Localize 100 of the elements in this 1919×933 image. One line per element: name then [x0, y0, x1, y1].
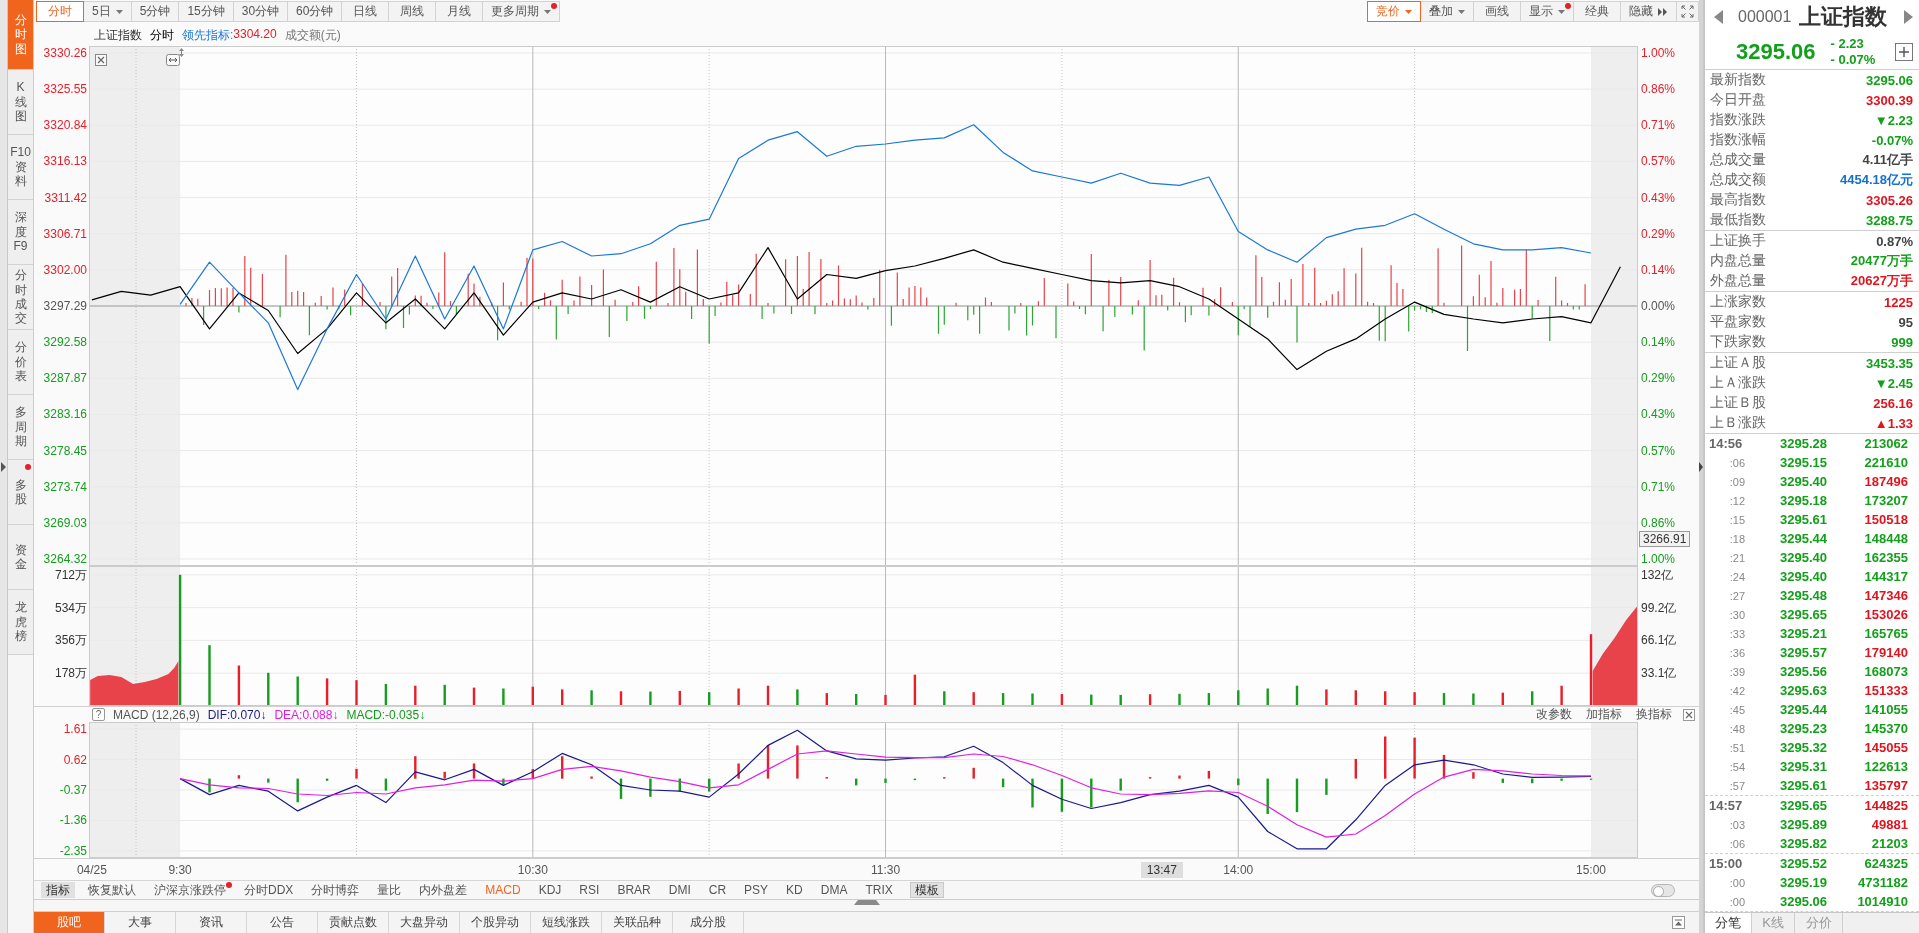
period-tab[interactable]: 月线: [435, 1, 484, 22]
bottom-tab[interactable]: 个股异动: [460, 912, 531, 933]
bottom-tab[interactable]: 大盘异动: [389, 912, 460, 933]
tick-volume: 49881: [1870, 817, 1908, 832]
side-tab[interactable]: 多周期: [8, 395, 33, 460]
bottom-tab[interactable]: 关联品种: [602, 912, 673, 933]
percent-axis-label: 0.29%: [1641, 226, 1676, 241]
stat-value: 20477万手: [1850, 252, 1913, 270]
side-tab[interactable]: 深度F9: [8, 200, 33, 265]
period-tab[interactable]: 5日: [83, 1, 132, 22]
indicator-tab[interactable]: KD: [777, 881, 812, 899]
template-button[interactable]: 模板: [909, 882, 944, 898]
indicator-tab[interactable]: 内外盘差: [410, 881, 477, 899]
stat-value: 3288.75: [1866, 212, 1913, 228]
bottom-tab[interactable]: 公告: [247, 912, 318, 933]
right-arrow-icon[interactable]: [1904, 10, 1913, 24]
bottom-tab[interactable]: 大事: [105, 912, 176, 933]
macd-bar: [208, 778, 211, 793]
indicator-tab[interactable]: KDJ: [529, 881, 571, 899]
indicator-tab[interactable]: DMI: [659, 881, 700, 899]
toolbar-button[interactable]: 经典: [1573, 1, 1621, 22]
toggle-switch[interactable]: [1651, 883, 1675, 897]
toolbar-button[interactable]: 画线: [1473, 1, 1521, 22]
period-tab[interactable]: 更多周期: [482, 1, 561, 22]
stat-value: 3300.39: [1866, 92, 1913, 108]
side-tab[interactable]: 分价表: [8, 330, 33, 395]
side-tab[interactable]: 资金: [8, 525, 33, 590]
toolbar-button[interactable]: 叠加: [1420, 1, 1474, 22]
tick-time: :30: [1728, 608, 1745, 621]
indicator-tab[interactable]: RSI: [570, 881, 609, 899]
chart-mode-label: 分时: [150, 26, 174, 44]
side-tab[interactable]: F10资料: [8, 135, 33, 200]
tick-volume: 624325: [1863, 856, 1908, 871]
volume-axis-label: 534万: [54, 600, 87, 615]
indicator-tab[interactable]: 沪深京涨跌停: [145, 881, 235, 899]
expand-up-icon[interactable]: [1672, 916, 1685, 929]
bottom-tab[interactable]: 贡献点数: [318, 912, 389, 933]
bottom-tab[interactable]: 资讯: [176, 912, 247, 933]
period-tab[interactable]: 5分钟: [130, 1, 180, 22]
indicator-action-link[interactable]: 改参数: [1533, 706, 1575, 723]
period-tab[interactable]: 60分钟: [287, 1, 343, 22]
percent-axis-label: 0.14%: [1641, 262, 1676, 277]
side-tab[interactable]: 分时成交: [8, 265, 33, 330]
indicator-tab[interactable]: 分时博弈: [302, 881, 369, 899]
period-tab[interactable]: 15分钟: [178, 1, 234, 22]
tick-volume: 221610: [1863, 455, 1908, 470]
tick-price: 3295.82: [1779, 836, 1827, 851]
indicator-tab[interactable]: 恢复默认: [79, 881, 145, 899]
collapse-arrow-icon[interactable]: [1699, 461, 1703, 472]
fullscreen-button[interactable]: [1676, 1, 1699, 22]
close-box-icon[interactable]: [95, 54, 107, 66]
bottom-tab[interactable]: 成分股: [673, 912, 744, 933]
indicator-tab[interactable]: 量比: [368, 881, 411, 899]
detail-tab[interactable]: 分笔: [1705, 913, 1752, 933]
period-tab[interactable]: 周线: [388, 1, 437, 22]
volume-bar: [237, 665, 241, 706]
indicator-tab[interactable]: DMA: [811, 881, 857, 899]
toolbar-button[interactable]: 隐藏: [1620, 1, 1677, 22]
bottom-tab[interactable]: 短线涨跌: [531, 912, 602, 933]
stat-label: 内盘总量: [1710, 252, 1766, 270]
percent-axis-label: 1.00%: [1641, 552, 1676, 566]
macd-bar: [531, 769, 534, 779]
macd-bar: [355, 768, 358, 779]
tick-time: :00: [1728, 876, 1745, 889]
indicator-tab[interactable]: TRIX: [856, 881, 902, 899]
indicator-tab[interactable]: CR: [699, 881, 736, 899]
help-button[interactable]: ?: [92, 708, 105, 721]
vertical-arrows-icon[interactable]: [179, 48, 184, 57]
tick-volume: 122613: [1863, 759, 1908, 774]
period-tab[interactable]: 日线: [341, 1, 390, 22]
tick-time: :54: [1728, 760, 1745, 773]
percent-axis-label: 0.00%: [1641, 299, 1676, 313]
macd-bar: [296, 778, 299, 803]
toolbar-button[interactable]: 显示: [1520, 1, 1574, 22]
tick-price: 3295.52: [1779, 856, 1827, 871]
close-icon[interactable]: [1683, 708, 1695, 721]
volume-bar: [1060, 694, 1064, 706]
stat-value: 4454.18亿元: [1840, 171, 1913, 189]
indicator-action-link[interactable]: 加指标: [1583, 706, 1625, 723]
period-tab[interactable]: 30分钟: [232, 1, 289, 22]
indicator-action-link[interactable]: 换指标: [1633, 706, 1675, 723]
side-tab[interactable]: K线图: [8, 70, 33, 135]
side-tab[interactable]: 龙虎榜: [8, 590, 33, 655]
stat-value: 1225: [1884, 294, 1913, 310]
indicator-tab[interactable]: 分时DDX: [235, 881, 303, 899]
indicator-tab[interactable]: BRAR: [608, 881, 660, 899]
indicator-tab[interactable]: PSY: [735, 881, 778, 899]
left-arrow-icon[interactable]: [1714, 10, 1723, 24]
expand-arrow-icon[interactable]: [1, 461, 6, 472]
percent-axis-label: 0.43%: [1641, 190, 1676, 205]
tick-time: :00: [1728, 895, 1745, 908]
volume-bar: [531, 686, 534, 706]
percent-axis-label: 0.71%: [1641, 118, 1676, 133]
macd-bar: [1119, 778, 1122, 791]
price-axis-label: 3273.74: [43, 479, 87, 494]
resize-arrows-icon[interactable]: [166, 54, 180, 66]
tick-volume: 213062: [1863, 436, 1908, 451]
add-button[interactable]: [1895, 42, 1913, 61]
side-tab[interactable]: 多股: [8, 460, 33, 525]
volume-bar: [561, 689, 564, 706]
